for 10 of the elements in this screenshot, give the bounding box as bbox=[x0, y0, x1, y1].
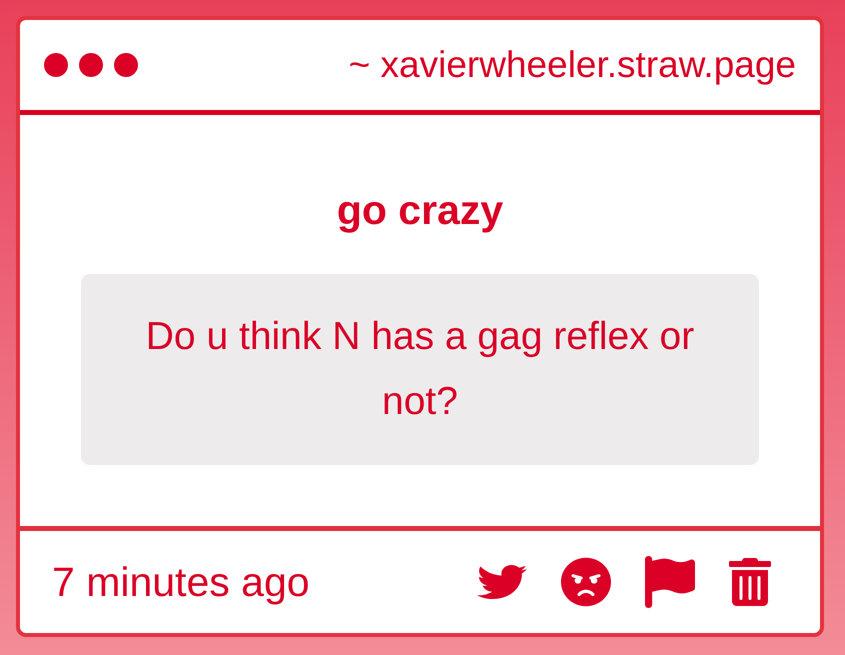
post-time: 7 minutes ago bbox=[52, 558, 310, 606]
post-title: go crazy bbox=[336, 186, 504, 234]
flag-icon[interactable] bbox=[645, 556, 695, 608]
angry-face-icon[interactable] bbox=[561, 557, 611, 607]
window-dot-icon bbox=[44, 53, 68, 77]
window-dot-icon bbox=[114, 53, 138, 77]
page-address: ~ xavierwheeler.straw.page bbox=[348, 43, 796, 87]
window-dot-icon bbox=[79, 53, 103, 77]
trash-icon[interactable] bbox=[729, 558, 771, 606]
question-text: Do u think N has a gag reflex or not? bbox=[144, 314, 696, 425]
